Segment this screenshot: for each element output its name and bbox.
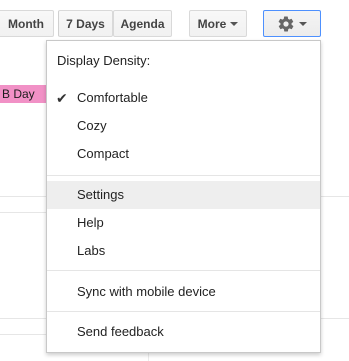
grid-line: [0, 212, 46, 213]
menu-item-label: Labs: [77, 243, 106, 258]
density-option-cozy[interactable]: Cozy: [47, 112, 320, 140]
seven-days-view-button[interactable]: 7 Days: [58, 10, 113, 37]
chevron-down-icon: [299, 21, 307, 26]
calendar-view: B Day Month 7 Days Agenda More Display D…: [0, 0, 349, 361]
menu-separator: [47, 311, 320, 312]
grid-line: [0, 318, 46, 319]
display-density-header: Display Density:: [57, 53, 151, 68]
grid-line: [320, 318, 349, 319]
menu-item-help[interactable]: Help: [47, 209, 320, 237]
grid-line: [0, 196, 46, 197]
more-button[interactable]: More: [189, 10, 247, 37]
menu-separator: [47, 175, 320, 176]
chevron-down-icon: [230, 21, 239, 26]
checkmark-icon: ✔: [56, 90, 68, 106]
menu-item-sync-mobile[interactable]: Sync with mobile device: [47, 278, 320, 306]
menu-item-settings[interactable]: Settings: [47, 181, 320, 209]
grid-line: [320, 196, 349, 197]
density-option-comfortable[interactable]: ✔ Comfortable: [47, 84, 320, 112]
agenda-view-button[interactable]: Agenda: [113, 10, 172, 37]
density-option-label: Compact: [77, 146, 130, 161]
menu-item-send-feedback[interactable]: Send feedback: [47, 318, 320, 346]
settings-dropdown-menu: Display Density: ✔ Comfortable Cozy Comp…: [46, 40, 321, 353]
density-option-label: Cozy: [77, 118, 107, 133]
menu-item-label: Send feedback: [77, 324, 164, 339]
calendar-event[interactable]: B Day: [0, 85, 46, 103]
menu-item-label: Settings: [77, 187, 124, 202]
more-button-label: More: [197, 16, 227, 31]
menu-item-label: Sync with mobile device: [77, 284, 216, 299]
gear-icon: [278, 16, 294, 32]
menu-item-labs[interactable]: Labs: [47, 237, 320, 265]
grid-line: [0, 334, 46, 335]
menu-item-label: Help: [77, 215, 104, 230]
density-option-compact[interactable]: Compact: [47, 140, 320, 168]
menu-separator: [47, 270, 320, 271]
month-view-button[interactable]: Month: [0, 10, 54, 37]
settings-gear-button[interactable]: [263, 10, 321, 37]
density-option-label: Comfortable: [77, 90, 148, 105]
